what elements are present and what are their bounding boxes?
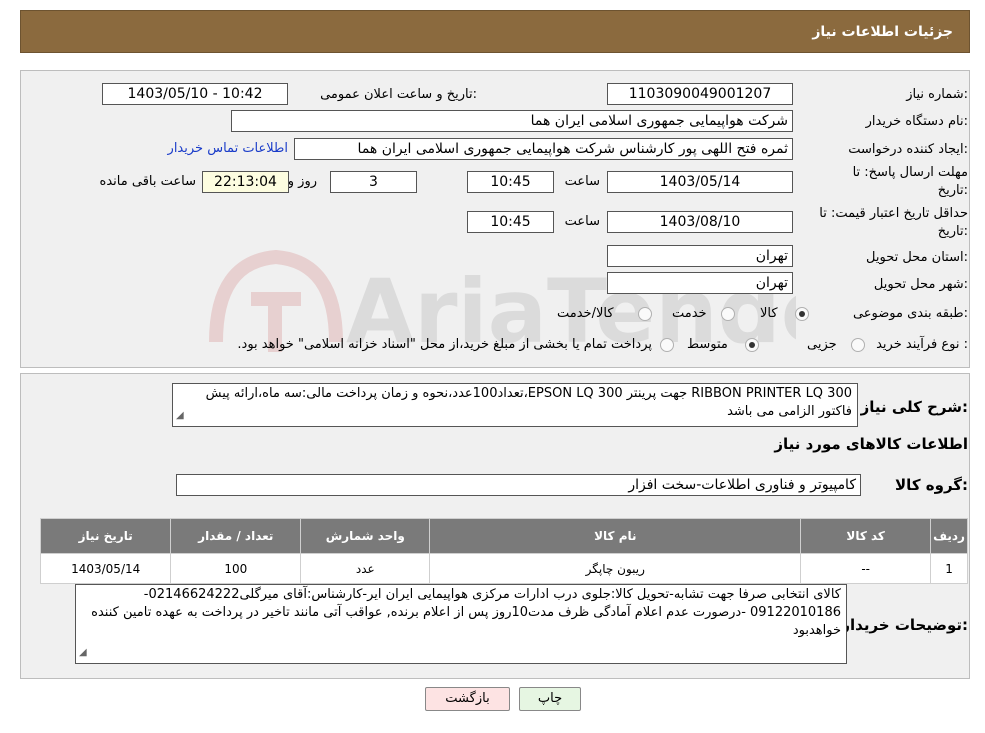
- deadline-days-field: 3: [330, 171, 417, 193]
- city-field: تهران: [607, 272, 793, 294]
- treasury-note: پرداخت تمام یا بخشی از مبلغ خرید،از محل …: [237, 337, 652, 352]
- remaining-time-field: 22:13:04: [202, 171, 289, 193]
- category-radio-service[interactable]: [721, 307, 735, 321]
- buyer-notes-label: توضیحات خریدار:: [841, 616, 968, 634]
- province-field: تهران: [607, 245, 793, 267]
- cell-unit: عدد: [300, 553, 431, 584]
- item-group-field: کامپیوتر و فناوری اطلاعات-سخت افزار: [176, 474, 861, 496]
- summary-textarea[interactable]: RIBBON PRINTER LQ 300 جهت پرینتر EPSON L…: [172, 383, 858, 427]
- remaining-time-label: ساعت باقی مانده: [99, 174, 196, 189]
- col-date: تاریخ نیاز: [39, 518, 172, 554]
- summary-label: شرح کلی نیاز:: [860, 398, 968, 416]
- col-quantity: تعداد / مقدار: [170, 518, 302, 554]
- process-radio-minor[interactable]: [851, 338, 865, 352]
- need-number-field: 1103090049001207: [607, 83, 793, 105]
- announce-datetime-label: تاریخ و ساعت اعلان عمومی:: [320, 87, 477, 102]
- requester-field: ثمره فتح اللهی پور کارشناس شرکت هواپیمای…: [294, 138, 793, 160]
- page-header: جزئیات اطلاعات نیاز: [20, 10, 970, 53]
- cell-code: --: [800, 553, 932, 584]
- deadline-label-line1: مهلت ارسال پاسخ: تا: [852, 165, 968, 180]
- requester-label: ایجاد کننده درخواست:: [848, 142, 968, 157]
- province-label: استان محل تحویل:: [866, 250, 968, 265]
- cell-date: 1403/05/14: [39, 553, 172, 584]
- category-label: طبقه بندی موضوعی:: [852, 306, 968, 321]
- category-option-service: خدمت: [672, 306, 707, 321]
- deadline-days-label: روز و: [287, 174, 317, 189]
- need-number-label: شماره نیاز:: [906, 87, 968, 102]
- resize-grip-icon[interactable]: ◢: [176, 407, 184, 425]
- items-table-wrapper: ردیف کد کالا نام کالا واحد شمارش تعداد /…: [39, 518, 968, 584]
- buyer-notes-text: کالای انتخابی صرفا جهت تشابه-تحویل کالا:…: [91, 587, 841, 638]
- buyer-notes-textarea[interactable]: کالای انتخابی صرفا جهت تشابه-تحویل کالا:…: [75, 584, 847, 664]
- cell-row: 1: [930, 553, 968, 584]
- col-name: نام کالا: [429, 518, 802, 554]
- deadline-label-line2: تاریخ:: [937, 183, 968, 198]
- page-title: جزئیات اطلاعات نیاز: [812, 24, 953, 40]
- buyer-contact-link[interactable]: اطلاعات تماس خریدار: [168, 141, 288, 156]
- buyer-org-label: نام دستگاه خریدار:: [865, 114, 968, 129]
- process-option-medium: متوسط: [687, 337, 728, 352]
- city-label: شهر محل تحویل:: [873, 277, 968, 292]
- deadline-time-label: ساعت: [564, 174, 600, 189]
- price-validity-date-field: 1403/08/10: [607, 211, 793, 233]
- treasury-checkbox[interactable]: [660, 338, 674, 352]
- price-validity-time-field: 10:45: [467, 211, 554, 233]
- process-type-label: نوع فرآیند خرید :: [876, 337, 968, 352]
- col-row: ردیف: [930, 518, 968, 554]
- announce-datetime-field: 1403/05/10 - 10:42: [102, 83, 288, 105]
- deadline-date-field: 1403/05/14: [607, 171, 793, 193]
- items-section-title: اطلاعات کالاهای مورد نیاز: [774, 435, 968, 453]
- category-radio-goods[interactable]: [795, 307, 809, 321]
- items-table: ردیف کد کالا نام کالا واحد شمارش تعداد /…: [39, 518, 968, 584]
- cell-quantity: 100: [170, 553, 302, 584]
- resize-grip-icon[interactable]: ◢: [79, 644, 87, 662]
- col-unit: واحد شمارش: [300, 518, 431, 554]
- price-validity-label-line1: حداقل تاریخ اعتبار قیمت: تا: [819, 206, 968, 221]
- price-validity-time-label: ساعت: [564, 214, 600, 229]
- price-validity-label-line2: تاریخ:: [937, 224, 968, 239]
- print-button[interactable]: چاپ: [519, 687, 581, 711]
- table-header-row: ردیف کد کالا نام کالا واحد شمارش تعداد /…: [39, 518, 968, 554]
- process-radio-medium[interactable]: [745, 338, 759, 352]
- cell-name: ریبون چاپگر: [429, 553, 802, 584]
- deadline-time-field: 10:45: [467, 171, 554, 193]
- buyer-org-field: شرکت هواپیمایی جمهوری اسلامی ایران هما: [231, 110, 793, 132]
- item-group-label: گروه کالا:: [895, 476, 968, 494]
- process-option-minor: جزیی: [807, 337, 837, 352]
- summary-text: RIBBON PRINTER LQ 300 جهت پرینتر EPSON L…: [205, 386, 852, 419]
- table-row: 1 -- ریبون چاپگر عدد 100 1403/05/14: [39, 553, 968, 584]
- category-radio-goods-service[interactable]: [638, 307, 652, 321]
- back-button[interactable]: بازگشت: [425, 687, 510, 711]
- category-option-goods-service: کالا/خدمت: [557, 306, 614, 321]
- col-code: کد کالا: [800, 518, 932, 554]
- category-option-goods: کالا: [760, 306, 778, 321]
